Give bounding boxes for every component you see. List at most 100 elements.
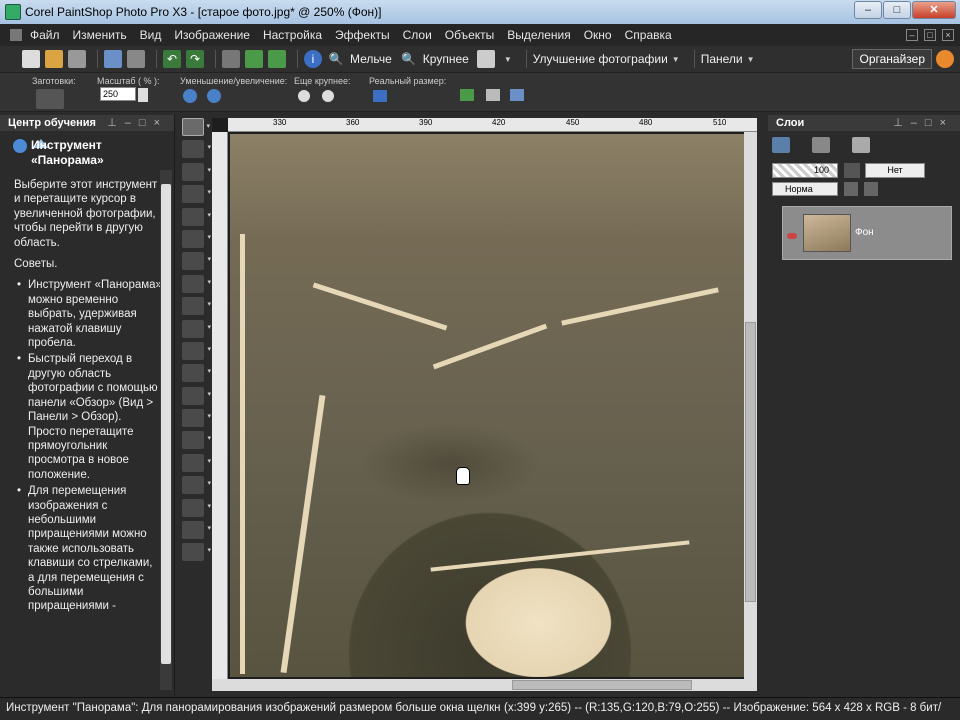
menu-effects[interactable]: Эффекты [335,28,390,42]
status-bar: Инструмент "Панорама": Для панорамирован… [0,697,960,720]
photo-crack [240,234,245,674]
paste-dropdown[interactable]: ▼ [476,50,512,68]
vertical-scrollbar[interactable] [744,132,757,679]
redo-icon[interactable]: ↷ [186,50,204,68]
actual-size-icon[interactable] [373,90,387,102]
crop-tool-icon[interactable] [182,207,211,226]
minimize-button[interactable]: – [854,1,882,19]
horizontal-scrollbar[interactable] [212,679,757,691]
one-step-fix-icon[interactable] [268,50,286,68]
menu-help[interactable]: Справка [625,28,672,42]
dropper-tool-icon[interactable] [182,185,211,204]
zoom-percent-input[interactable] [100,87,136,101]
menu-file[interactable]: Файл [30,28,60,42]
fill-tool-icon[interactable] [182,409,211,428]
zoom-more-minus-icon[interactable] [298,90,310,102]
more-zoom-label: Еще крупнее: [294,76,351,86]
learning-center-panel: Центр обучения ⊥–□× Инструмент «Панорама… [0,115,175,695]
menu-objects[interactable]: Объекты [445,28,495,42]
scroll-thumb[interactable] [161,184,171,664]
straighten-tool-icon[interactable] [182,229,211,248]
scroll-thumb[interactable] [745,322,756,602]
menu-layers[interactable]: Слои [403,28,432,42]
paint-brush-tool-icon[interactable] [182,319,211,338]
zoom-more-plus-icon[interactable] [322,90,334,102]
layer-properties-icon[interactable] [852,137,870,153]
brush-link-icon[interactable] [844,163,860,178]
airbrush-tool-icon[interactable] [182,341,211,360]
chevron-down-icon: ▼ [746,54,755,64]
mesh-warp-tool-icon[interactable] [182,543,211,562]
smudge-tool-icon[interactable] [182,386,211,405]
menu-adjust[interactable]: Настройка [263,28,322,42]
new-file-icon[interactable] [22,50,40,68]
document-window-controls: – □ × [906,29,954,41]
open-folder-icon[interactable] [45,50,63,68]
back-arrow-icon[interactable] [13,139,27,153]
doc-minimize-icon[interactable]: – [906,29,918,41]
maximize-button[interactable]: □ [883,1,911,19]
new-layer-icon[interactable] [772,137,790,153]
pick-tool-icon[interactable] [182,140,211,159]
menu-image[interactable]: Изображение [174,28,250,42]
eraser-tool-icon[interactable] [182,364,211,383]
organizer-button[interactable]: Органайзер [852,49,932,69]
selection-tool-icon[interactable] [182,162,211,181]
red-eye-tool-icon[interactable] [182,252,211,271]
picture-tube-tool-icon[interactable] [182,431,211,450]
close-button[interactable]: ✕ [912,1,956,19]
doc-restore-icon[interactable]: □ [924,29,936,41]
pen-tool-icon[interactable] [182,498,211,517]
learning-scrollbar[interactable] [160,170,172,690]
organizer-icon[interactable] [936,50,954,68]
enhance-photo-menu[interactable]: Улучшение фотографии ▼ [533,52,680,66]
scan-icon[interactable] [68,50,86,68]
text-tool-icon[interactable] [182,453,211,472]
pan-tool-icon[interactable] [182,118,210,136]
menu-edit[interactable]: Изменить [73,28,127,42]
zoom-stepper-icon[interactable] [138,88,148,102]
menu-window[interactable]: Окно [584,28,612,42]
layer-row[interactable]: Фон [782,206,952,260]
blend-icon[interactable] [844,182,858,196]
delete-layer-icon[interactable] [812,137,830,153]
document-icon[interactable] [10,29,22,41]
makeover-tool-icon[interactable] [182,274,211,293]
presets-hand-icon[interactable] [36,89,64,109]
opacity-field[interactable]: 100 [772,163,838,178]
save-icon[interactable] [104,50,122,68]
print-icon[interactable] [127,50,145,68]
copy-merged-icon[interactable] [222,50,240,68]
photo-fix-icon[interactable] [245,50,263,68]
status-hint: Инструмент "Панорама": Для панорамирован… [6,702,501,714]
paste-icon [476,50,495,68]
menu-selections[interactable]: Выделения [507,28,570,42]
layers-header: Слои ⊥–□× [768,115,960,131]
lock-icon[interactable] [864,182,878,196]
preset-shape-tool-icon[interactable] [182,476,211,495]
panels-menu[interactable]: Панели ▼ [701,52,755,66]
panel-controls[interactable]: ⊥–□× [107,115,168,131]
zoom-in-small-icon[interactable] [207,89,221,103]
layers-panel: Слои ⊥–□× 100 Нет Норма Фон [768,115,960,695]
fit-window-icon[interactable] [460,89,474,101]
zoom-out-button[interactable]: 🔍 Мельче [327,50,392,68]
photo-canvas[interactable] [230,134,744,677]
photo-crack [432,323,548,370]
blend-mode-dropdown[interactable]: Норма [772,182,838,196]
visibility-eye-icon[interactable] [787,233,797,239]
menu-view[interactable]: Вид [140,28,162,42]
clone-tool-icon[interactable] [182,297,211,316]
fit-image-icon[interactable] [486,89,500,101]
chevron-down-icon: ▼ [503,54,512,64]
warp-brush-tool-icon[interactable] [182,521,211,540]
fullscreen-icon[interactable] [510,89,524,101]
panel-controls[interactable]: ⊥–□× [893,115,954,131]
scroll-thumb[interactable] [512,680,692,690]
doc-close-icon[interactable]: × [942,29,954,41]
undo-icon[interactable]: ↶ [163,50,181,68]
zoom-out-small-icon[interactable] [183,89,197,103]
info-icon[interactable]: i [304,50,322,68]
mask-field[interactable]: Нет [865,163,925,178]
zoom-in-button[interactable]: 🔍 Крупнее [400,50,469,68]
